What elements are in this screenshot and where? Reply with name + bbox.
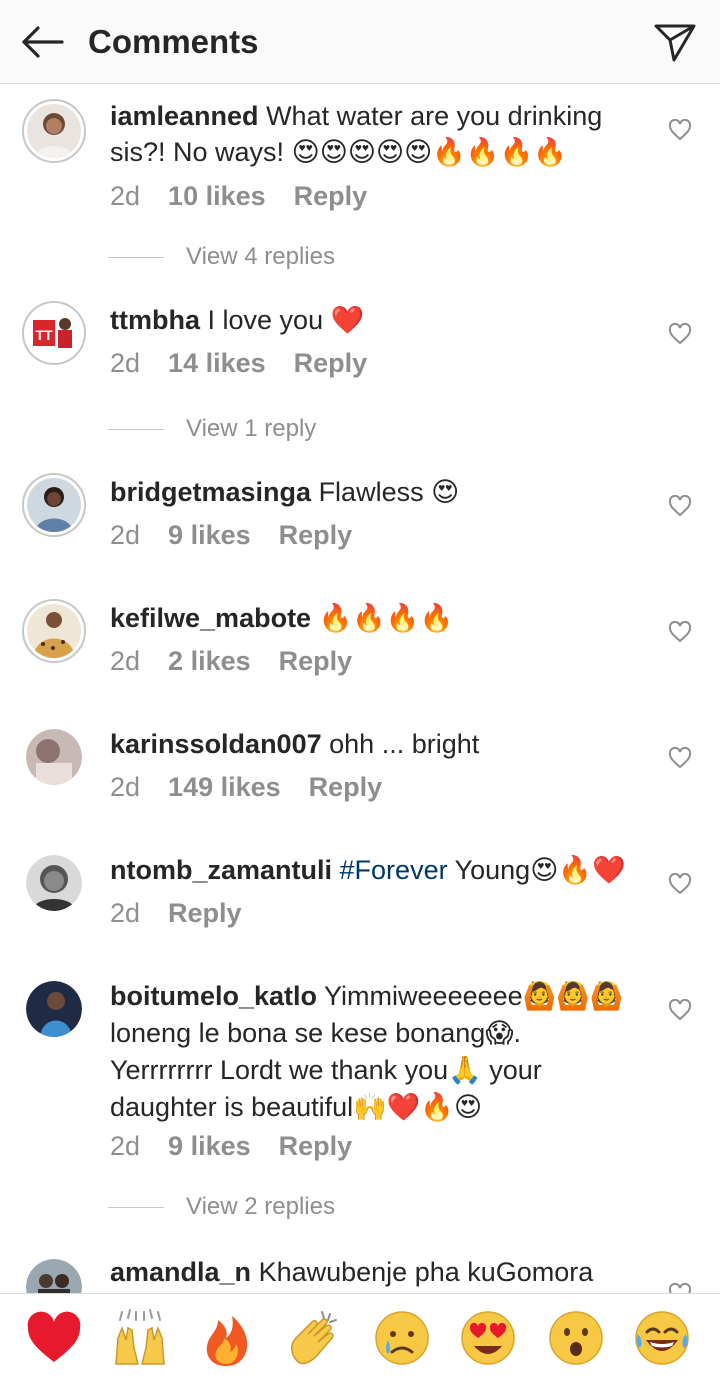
comment-text: bridgetmasinga Flawless 😍 [110,474,630,511]
comment-body: Yimmiweeeeeee [324,981,523,1011]
svg-text:TT: TT [35,327,53,343]
comments-list[interactable]: iamleanned What water are you drinking s… [0,85,720,1293]
comment-likes[interactable]: 9 likes [168,1131,251,1161]
avatar[interactable] [26,855,82,911]
like-heart-icon[interactable] [668,323,692,345]
arrow-left-icon[interactable] [18,22,66,62]
comment-body: Flawless [318,477,424,507]
comment-likes[interactable]: 2 likes [168,646,251,676]
quick-reactions-bar [0,1293,720,1380]
like-heart-icon[interactable] [668,873,692,895]
comment-emoji: 😱 [485,1018,514,1049]
reply-divider-line [108,428,164,430]
comment-username[interactable]: kefilwe_mabote [110,603,311,633]
comment-time: 2d [110,1131,141,1161]
view-replies-button[interactable]: View 4 replies [108,243,335,273]
comment-time: 2d [110,898,141,928]
comment-meta: 2d 10 likes Reply [110,179,367,213]
comment-body: Khawubenje pha kuGomora [258,1257,594,1287]
comment-body: I love you [207,305,324,335]
comment-body: loneng le bona se kese bonang [110,1018,486,1048]
reply-button[interactable]: Reply [279,520,353,550]
comment-emoji: 🙏 [448,1055,482,1086]
comment-likes[interactable]: 149 likes [168,772,281,802]
like-heart-icon[interactable] [668,495,692,517]
comment-meta: 2d 9 likes Reply [110,518,352,552]
reply-button[interactable]: Reply [168,898,242,928]
comment-text: ntomb_zamantuli #Forever Young😍🔥❤️ [110,852,630,889]
comment-username[interactable]: iamleanned [110,101,259,131]
crying-face-icon[interactable] [372,1308,432,1368]
hashtag-link[interactable]: #Forever [340,855,448,885]
reply-divider-line [108,256,164,258]
comment-username[interactable]: bridgetmasinga [110,477,311,507]
comment-likes[interactable]: 14 likes [168,348,266,378]
comment-meta: 2d Reply [110,896,242,930]
reply-divider-line [108,1206,164,1208]
comment-body: ohh ... bright [329,729,480,759]
comment-meta: 2d 9 likes Reply [110,1129,352,1163]
comment-username[interactable]: karinssoldan007 [110,729,322,759]
reply-button[interactable]: Reply [294,348,368,378]
comment-meta: 2d 2 likes Reply [110,644,352,678]
comment-meta: 2d 14 likes Reply [110,346,367,380]
reply-button[interactable]: Reply [279,646,353,676]
comment-username[interactable]: ttmbha [110,305,200,335]
avatar[interactable] [22,99,86,163]
comment-time: 2d [110,772,141,802]
like-heart-icon[interactable] [668,747,692,769]
comment-time: 2d [110,520,141,550]
avatar[interactable]: TT [22,301,86,365]
comment-likes[interactable]: 9 likes [168,520,251,550]
comment-meta: 2d 149 likes Reply [110,770,382,804]
avatar[interactable] [26,1259,82,1293]
comment-text: kefilwe_mabote 🔥🔥🔥🔥 [110,600,630,637]
comment-text: iamleanned What water are you drinking s… [110,98,630,171]
view-replies-button[interactable]: View 2 replies [108,1193,335,1223]
comment-emoji: 😍 [431,477,460,508]
comment-time: 2d [110,348,141,378]
red-heart-icon[interactable] [24,1308,84,1368]
comment-likes[interactable]: 10 likes [168,181,266,211]
clapping-hands-icon[interactable] [284,1308,344,1368]
like-heart-icon[interactable] [668,1283,692,1293]
comment-emoji: 🔥🔥🔥🔥 [318,603,454,634]
like-heart-icon[interactable] [668,621,692,643]
comment-emoji: 🙌❤️🔥😍 [353,1092,483,1123]
comment-text: amandla_n Khawubenje pha kuGomora [110,1254,630,1290]
comment-text: boitumelo_katlo Yimmiweeeeeee🙆🙆🙆 loneng … [110,978,630,1126]
comment-time: 2d [110,646,141,676]
comment-time: 2d [110,181,141,211]
comment-body: Young [454,855,531,885]
top-app-bar: Comments [0,0,720,84]
reply-button[interactable]: Reply [279,1131,353,1161]
raising-hands-icon[interactable] [110,1308,170,1368]
comment-username[interactable]: ntomb_zamantuli [110,855,332,885]
avatar[interactable] [26,729,82,785]
comment-text: karinssoldan007 ohh ... bright [110,726,630,762]
surprised-face-icon[interactable] [546,1308,606,1368]
heart-eyes-face-icon[interactable] [458,1308,518,1368]
like-heart-icon[interactable] [668,119,692,141]
tears-of-joy-face-icon[interactable] [632,1308,692,1368]
reply-button[interactable]: Reply [309,772,383,802]
comment-text: ttmbha I love you ❤️ [110,302,630,339]
view-replies-button[interactable]: View 1 reply [108,415,316,445]
avatar[interactable] [26,981,82,1037]
fire-icon[interactable] [196,1308,256,1368]
page-title: Comments [88,23,259,60]
comment-emoji: 🙆🙆🙆 [522,981,624,1012]
comment-username[interactable]: boitumelo_katlo [110,981,317,1011]
avatar[interactable] [22,473,86,537]
comment-username[interactable]: amandla_n [110,1257,251,1287]
comment-emoji: 😍🔥❤️ [530,855,626,886]
like-heart-icon[interactable] [668,999,692,1021]
paper-plane-icon[interactable] [652,20,698,64]
reply-button[interactable]: Reply [294,181,368,211]
comment-emoji: 😍😍😍😍😍🔥🔥🔥🔥 [291,137,567,168]
comment-emoji: ❤️ [330,305,365,336]
avatar[interactable] [22,599,86,663]
